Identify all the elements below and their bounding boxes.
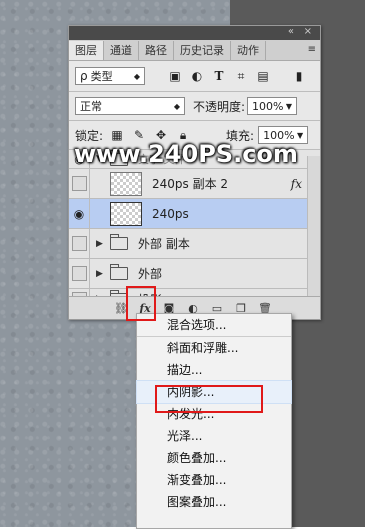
tab-actions[interactable]: 动作 <box>231 41 266 60</box>
type-filter-icon[interactable]: T <box>211 68 227 84</box>
fx-button-highlight <box>126 286 156 321</box>
hidden-box-icon[interactable] <box>71 176 87 191</box>
layers-panel: « × 图层 通道 路径 历史记录 动作 ≡ ρ 类型 ◆ ▣ ◐ T ⌗ ▤ … <box>68 25 321 320</box>
fx-badge[interactable]: fx <box>291 177 302 191</box>
folder-icon <box>110 264 128 280</box>
visibility-toggle[interactable] <box>69 229 90 258</box>
menu-item-blending-options[interactable]: 混合选项... <box>137 314 291 337</box>
opacity-input[interactable]: 100% ▼ <box>247 97 298 115</box>
expand-arrow-icon[interactable]: ▶ <box>96 269 106 279</box>
layer-thumbnail <box>110 201 142 226</box>
visibility-toggle[interactable] <box>69 169 90 198</box>
tab-history[interactable]: 历史记录 <box>174 41 231 60</box>
expand-arrow-icon[interactable]: ▶ <box>96 239 106 249</box>
layer-name: 外部 副本 <box>138 237 190 251</box>
menu-item-bevel-emboss[interactable]: 斜面和浮雕... <box>137 337 291 359</box>
panel-menu-icon[interactable]: ≡ <box>308 44 316 55</box>
menu-item-stroke[interactable]: 描边... <box>137 359 291 381</box>
layer-row-240ps[interactable]: ◉ 240ps <box>69 199 320 229</box>
blend-mode-select[interactable]: 正常 ◆ <box>75 97 185 115</box>
eye-icon[interactable]: ◉ <box>74 207 84 221</box>
collapse-icon[interactable]: « <box>288 26 294 37</box>
layer-row-240ps-copy2[interactable]: 240ps 副本 2 fx <box>69 169 320 199</box>
watermark-text: www.240PS.com <box>74 140 298 168</box>
layer-name: 240ps <box>152 206 189 221</box>
layer-name: 240ps 副本 2 <box>152 177 229 191</box>
adjustment-filter-icon[interactable]: ◐ <box>189 68 205 84</box>
shape-filter-icon[interactable]: ⌗ <box>233 68 249 84</box>
inner-shadow-highlight <box>155 385 263 413</box>
folder-icon <box>110 234 128 250</box>
layers-scrollbar[interactable] <box>307 156 320 296</box>
menu-item-pattern-overlay[interactable]: 图案叠加... <box>137 491 291 513</box>
visibility-toggle[interactable] <box>69 259 90 288</box>
chevron-down-icon[interactable]: ▼ <box>297 131 303 140</box>
layer-group-outer[interactable]: ▶ 外部 <box>69 259 320 289</box>
panel-tabs: 图层 通道 路径 历史记录 动作 ≡ <box>69 40 320 61</box>
menu-item-color-overlay[interactable]: 颜色叠加... <box>137 447 291 469</box>
search-icon: ρ <box>80 69 88 83</box>
layer-name: 外部 <box>138 267 163 281</box>
updown-icon: ◆ <box>133 71 140 81</box>
filter-row: ρ 类型 ◆ ▣ ◐ T ⌗ ▤ ▮ <box>69 61 320 91</box>
layer-style-menu: 混合选项... 斜面和浮雕... 描边... 内阴影... 内发光... 光泽.… <box>136 313 292 529</box>
opacity-label: 不透明度: <box>193 99 246 114</box>
blend-row: 正常 ◆ 不透明度: 100% ▼ <box>69 92 320 120</box>
pixel-filter-icon[interactable]: ▣ <box>167 68 183 84</box>
smart-object-filter-icon[interactable]: ▤ <box>255 68 271 84</box>
layer-group-outer-copy[interactable]: ▶ 外部 副本 <box>69 229 320 259</box>
filter-type-label: 类型 <box>90 70 113 83</box>
filter-toggle-icon[interactable]: ▮ <box>291 68 307 84</box>
tab-paths[interactable]: 路径 <box>139 41 174 60</box>
updown-icon: ◆ <box>173 101 180 111</box>
layer-thumbnail <box>110 171 142 196</box>
chevron-down-icon[interactable]: ▼ <box>286 102 292 111</box>
menu-item-satin[interactable]: 光泽... <box>137 425 291 447</box>
tab-channels[interactable]: 通道 <box>104 41 139 60</box>
layer-filter-select[interactable]: ρ 类型 ◆ <box>75 67 145 85</box>
hidden-box-icon[interactable] <box>71 266 87 281</box>
menu-item-gradient-overlay[interactable]: 渐变叠加... <box>137 469 291 491</box>
close-icon[interactable]: × <box>304 26 312 37</box>
tab-layers[interactable]: 图层 <box>69 41 104 60</box>
opacity-value: 100% <box>252 99 284 113</box>
panel-title-bar[interactable]: « × <box>69 26 320 40</box>
blend-mode-value: 正常 <box>80 100 102 113</box>
hidden-box-icon[interactable] <box>71 236 87 251</box>
visibility-toggle[interactable]: ◉ <box>69 199 90 228</box>
